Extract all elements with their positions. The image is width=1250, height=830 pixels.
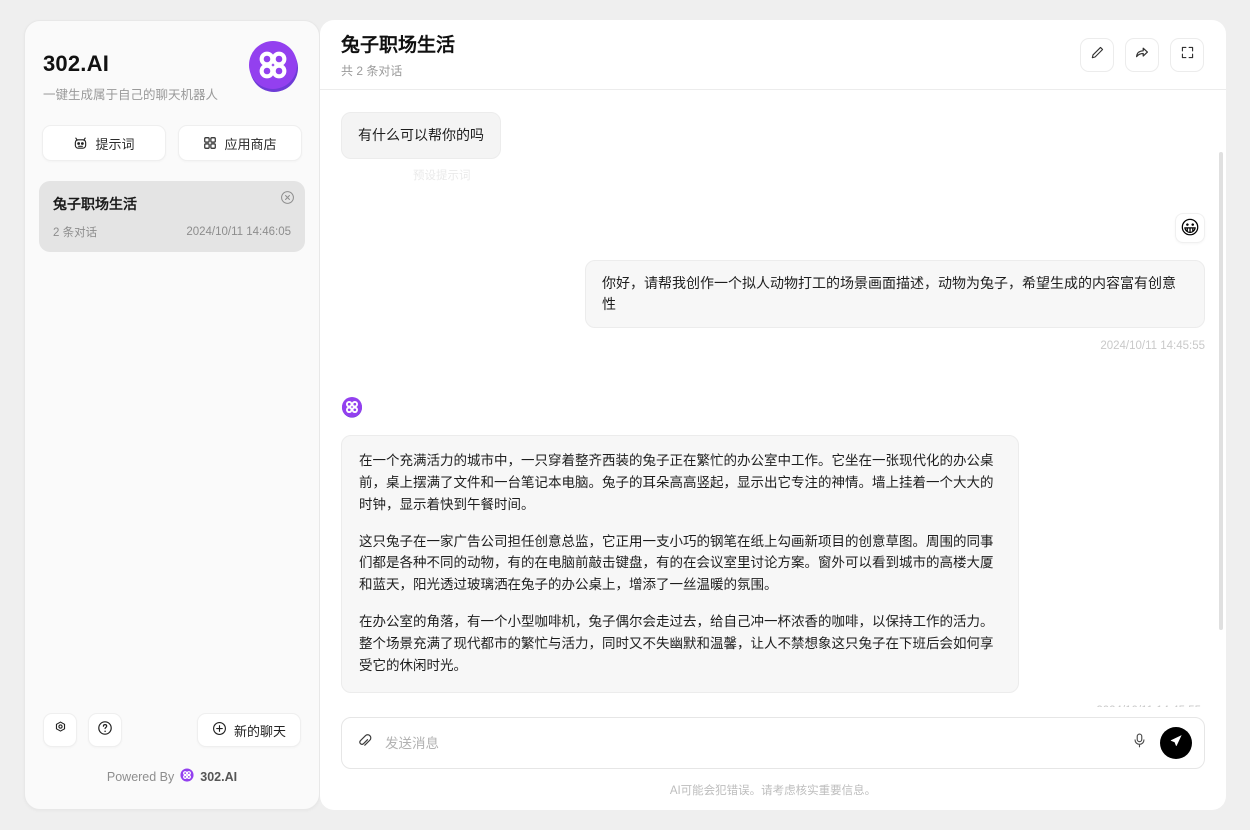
- chat-item-title: 兔子职场生活: [53, 196, 137, 212]
- app-store-label: 应用商店: [224, 136, 277, 152]
- powered-by-prefix: Powered By: [106, 769, 175, 784]
- chat-list-item[interactable]: 兔子职场生活 2 条对话 2024/10/11 14:46:05: [39, 181, 305, 252]
- assistant-message: 在一个充满活力的城市中，一只穿着整齐西装的兔子正在繁忙的办公室中工作。它坐在一张…: [341, 396, 1205, 707]
- new-chat-button[interactable]: 新的聊天: [196, 713, 301, 747]
- sidebar: 302.AI 一键生成属于自己的聊天机器人 提示词 应用商店 兔子职场生活 2 …: [24, 20, 320, 810]
- assistant-paragraph: 在一个充满活力的城市中，一只穿着整齐西装的兔子正在繁忙的办公室中工作。它坐在一张…: [359, 453, 994, 512]
- powered-by-name: 302.AI: [200, 769, 238, 784]
- paperclip-icon[interactable]: [356, 732, 373, 754]
- robot-face-icon: [73, 136, 88, 151]
- question-circle-icon: [97, 720, 113, 741]
- settings-hex-icon: [53, 720, 68, 740]
- assistant-message-bubble: 在一个充满活力的城市中，一只穿着整齐西装的兔子正在繁忙的办公室中工作。它坐在一张…: [341, 435, 1019, 693]
- fullscreen-button[interactable]: [1170, 37, 1204, 72]
- expand-icon: [1180, 45, 1195, 65]
- sidebar-footer: 新的聊天 Powered By 302.AI: [25, 713, 319, 809]
- pencil-icon: [1090, 45, 1105, 65]
- share-button[interactable]: [1125, 37, 1159, 72]
- edit-button[interactable]: [1080, 37, 1114, 72]
- header-actions: [1080, 37, 1204, 72]
- quatrefoil-logo-icon: [247, 39, 301, 93]
- conversation-count: 共 2 条对话: [341, 64, 403, 78]
- composer[interactable]: [341, 717, 1205, 769]
- avatar: [341, 396, 363, 418]
- preset-prompt-block: 有什么可以帮你的吗 预设提示词: [341, 112, 1205, 183]
- chat-item-meta: 2 条对话 2024/10/11 14:46:05: [53, 224, 291, 240]
- scrollbar[interactable]: [1219, 152, 1223, 630]
- chat-item-timestamp: 2024/10/11 14:46:05: [186, 226, 291, 238]
- close-circle-icon[interactable]: [280, 190, 295, 205]
- preset-prompt-label: 预设提示词: [413, 170, 471, 182]
- preset-prompt-bubble: 有什么可以帮你的吗: [341, 112, 501, 159]
- app-store-button[interactable]: 应用商店: [178, 125, 302, 161]
- assistant-paragraph: 这只兔子在一家广告公司担任创意总监，它正用一支小巧的钢笔在纸上勾画新项目的创意草…: [359, 533, 994, 593]
- settings-button[interactable]: [43, 713, 77, 747]
- user-message: 😀 你好，请帮我创作一个拟人动物打工的场景画面描述，动物为兔子，希望生成的内容富…: [341, 213, 1205, 352]
- sidebar-quick-buttons: 提示词 应用商店: [25, 103, 319, 161]
- grid-apps-icon: [203, 136, 217, 150]
- app-root: 302.AI 一键生成属于自己的聊天机器人 提示词 应用商店 兔子职场生活 2 …: [0, 0, 1250, 830]
- sidebar-footer-row: 新的聊天: [43, 713, 301, 747]
- chat-list: 兔子职场生活 2 条对话 2024/10/11 14:46:05: [25, 181, 319, 713]
- message-input[interactable]: [385, 735, 1119, 751]
- microphone-icon[interactable]: [1131, 732, 1148, 754]
- new-chat-label: 新的聊天: [233, 723, 286, 739]
- plus-circle-icon: [212, 721, 227, 739]
- powered-by: Powered By 302.AI: [43, 768, 301, 785]
- user-message-timestamp: 2024/10/11 14:45:55: [1100, 340, 1205, 352]
- user-message-bubble: 你好，请帮我创作一个拟人动物打工的场景画面描述，动物为兔子，希望生成的内容富有创…: [585, 260, 1205, 328]
- prompt-library-button[interactable]: 提示词: [42, 125, 166, 161]
- prompt-library-label: 提示词: [95, 136, 135, 152]
- main-panel: 兔子职场生活 共 2 条对话 有什么可以帮你的吗 预设提示词 😀 你好，请帮我创…: [320, 20, 1226, 810]
- ai-disclaimer: AI可能会犯错误。请考虑核实重要信息。: [669, 785, 877, 797]
- avatar: 😀: [1175, 213, 1205, 243]
- powered-by-logo-icon: [180, 768, 194, 785]
- chat-item-count: 2 条对话: [53, 227, 98, 239]
- assistant-message-timestamp: 2024/10/11 14:45:55: [1096, 705, 1201, 707]
- assistant-paragraph: 在办公室的角落，有一个小型咖啡机，兔子偶尔会走过去，给自己冲一杯浓香的咖啡，以保…: [359, 614, 994, 673]
- message-list[interactable]: 有什么可以帮你的吗 预设提示词 😀 你好，请帮我创作一个拟人动物打工的场景画面描…: [320, 90, 1226, 707]
- composer-area: AI可能会犯错误。请考虑核实重要信息。: [320, 707, 1226, 810]
- send-button[interactable]: [1160, 727, 1192, 759]
- brand-header: 302.AI 一键生成属于自己的聊天机器人: [25, 21, 319, 103]
- grinning-face-emoji: 😀: [1180, 217, 1200, 239]
- conversation-header-text: 兔子职场生活 共 2 条对话: [341, 30, 1080, 79]
- share-arrow-icon: [1134, 44, 1150, 65]
- send-paper-plane-icon: [1168, 733, 1184, 754]
- conversation-header: 兔子职场生活 共 2 条对话: [320, 20, 1226, 90]
- page-title: 兔子职场生活: [341, 35, 456, 56]
- help-button[interactable]: [88, 713, 122, 747]
